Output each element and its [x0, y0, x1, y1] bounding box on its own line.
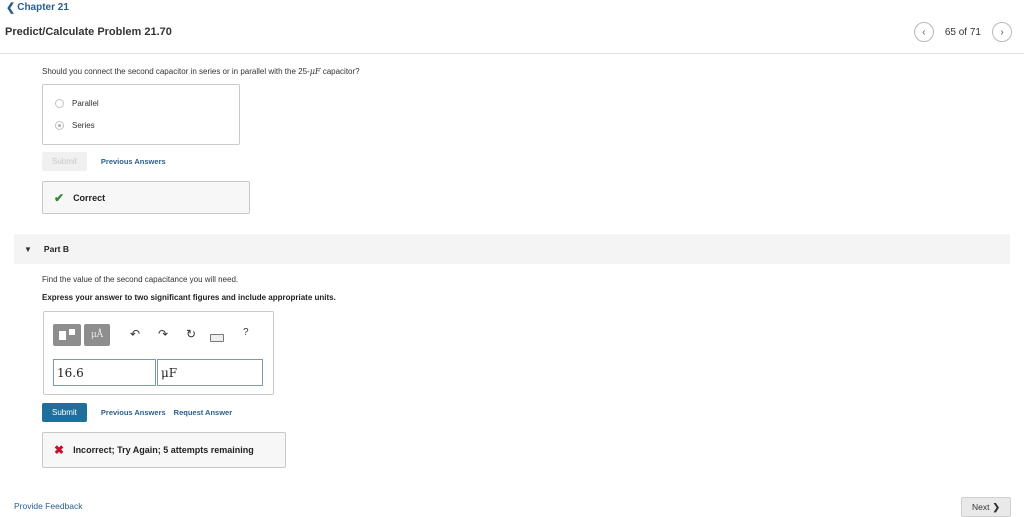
part-a-question: Should you connect the second capacitor …	[42, 67, 360, 76]
template-box-icon	[59, 330, 66, 340]
part-b-actions: Submit Previous Answers Request Answer	[42, 403, 232, 422]
chevron-left-icon: ❮	[6, 2, 16, 14]
next-button[interactable]: Next ❯	[961, 497, 1011, 517]
radio-parallel[interactable]	[55, 99, 64, 108]
units-icon: μÅ	[90, 330, 104, 340]
caret-down-icon: ▼	[24, 244, 32, 254]
radio-series[interactable]	[55, 121, 64, 130]
question-unit: μF	[309, 67, 321, 76]
back-to-chapter-link[interactable]: ❮ Chapter 21	[6, 1, 69, 14]
back-link-label: Chapter 21	[17, 2, 69, 13]
keyboard-icon[interactable]	[210, 334, 224, 342]
unit-text: μF	[161, 365, 178, 380]
choice-label: Series	[72, 121, 95, 130]
chevron-right-icon: ›	[1000, 26, 1004, 38]
problem-title: Predict/Calculate Problem 21.70	[5, 26, 172, 38]
chevron-left-icon: ‹	[922, 26, 926, 38]
part-b-header[interactable]: ▼ Part B	[14, 234, 1010, 264]
x-mark-icon: ✖	[54, 443, 65, 457]
top-bar: ❮ Chapter 21 Predict/Calculate Problem 2…	[0, 0, 1024, 54]
request-answer-link[interactable]: Request Answer	[174, 408, 233, 417]
value-text: 16.6	[57, 365, 84, 380]
help-button[interactable]: ?	[243, 327, 249, 338]
part-b-instruction: Express your answer to two significant f…	[42, 293, 336, 302]
template-box-small-icon	[69, 329, 75, 335]
correct-feedback: ✔ Correct	[42, 181, 250, 214]
question-text-end: capacitor?	[320, 67, 360, 76]
reset-icon[interactable]: ↻	[186, 327, 196, 341]
incorrect-feedback: ✖ Incorrect; Try Again; 5 attempts remai…	[42, 432, 286, 468]
choice-parallel[interactable]: Parallel	[55, 99, 99, 108]
choice-label: Parallel	[72, 99, 99, 108]
part-b-question: Find the value of the second capacitance…	[42, 275, 239, 284]
chevron-right-icon: ❯	[992, 501, 1001, 512]
submit-button[interactable]: Submit	[42, 403, 87, 422]
answer-choices: Parallel Series	[42, 84, 240, 145]
units-button[interactable]: μÅ	[84, 324, 110, 346]
previous-problem-button[interactable]: ‹	[913, 22, 934, 42]
part-a-actions: Submit Previous Answers	[42, 152, 166, 171]
previous-answers-link[interactable]: Previous Answers	[101, 408, 166, 417]
part-label: Part B	[43, 244, 69, 254]
checkmark-icon: ✔	[54, 190, 65, 205]
choice-series[interactable]: Series	[55, 121, 95, 130]
redo-icon[interactable]: ↷	[158, 327, 168, 341]
question-text: Should you connect the second capacitor …	[42, 67, 310, 76]
answer-editor: μÅ ↶ ↷ ↻ ? 16.6 μF	[43, 311, 274, 395]
pager-count: 65 of 71	[944, 26, 981, 38]
undo-icon[interactable]: ↶	[130, 327, 140, 341]
feedback-text: Correct	[73, 192, 106, 203]
provide-feedback-link[interactable]: Provide Feedback	[14, 501, 83, 511]
submit-button[interactable]: Submit	[42, 152, 87, 171]
value-input[interactable]: 16.6	[53, 359, 156, 386]
feedback-text: Incorrect; Try Again; 5 attempts remaini…	[73, 445, 254, 455]
previous-answers-link[interactable]: Previous Answers	[101, 157, 166, 166]
next-label: Next	[971, 502, 990, 512]
problem-pager: ‹ 65 of 71 ›	[913, 22, 1012, 42]
unit-input[interactable]: μF	[157, 359, 263, 386]
templates-button[interactable]	[53, 324, 81, 346]
next-problem-button[interactable]: ›	[992, 22, 1012, 42]
